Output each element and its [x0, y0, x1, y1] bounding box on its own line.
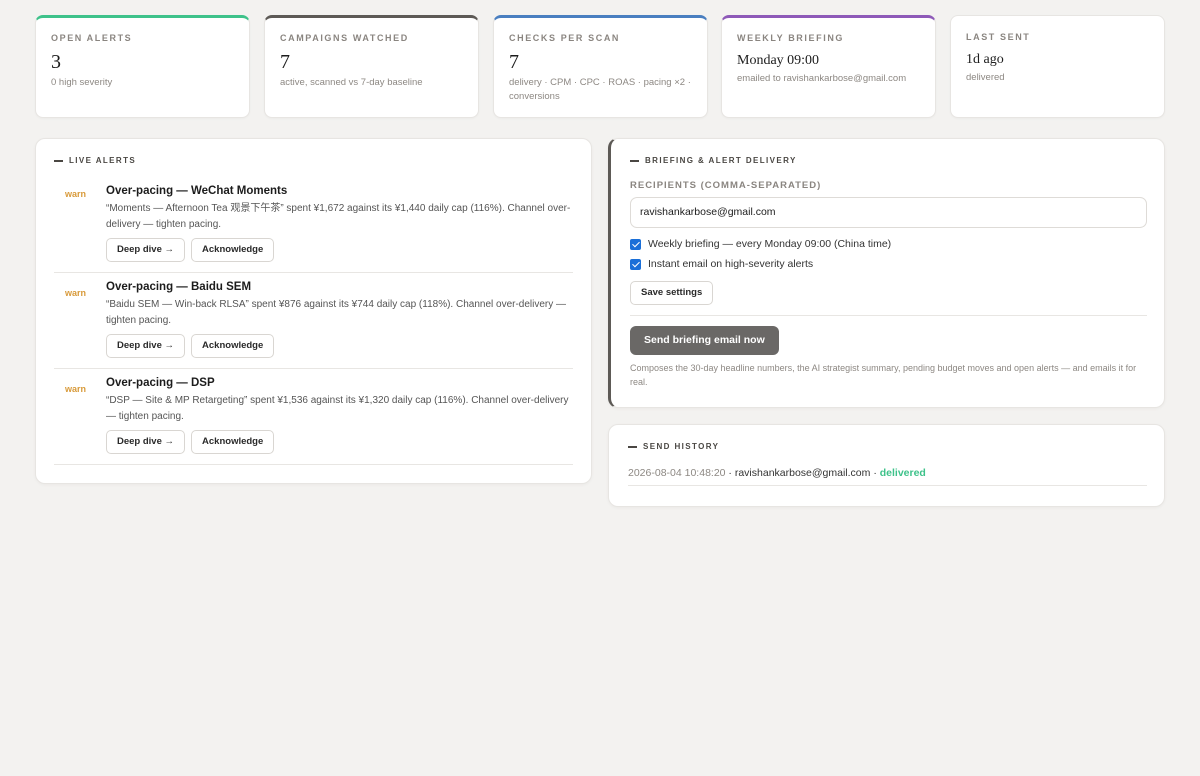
alert-title: Over-pacing — Baidu SEM	[106, 281, 252, 293]
stat-label: OPEN ALERTS	[51, 33, 133, 43]
stat-sub: emailed to ravishankarbose@gmail.com	[737, 73, 907, 84]
weekly-briefing-label: Weekly briefing — every Monday 09:00 (Ch…	[648, 238, 892, 250]
alert-title: Over-pacing — WeChat Moments	[106, 185, 288, 197]
stat-label: LAST SENT	[966, 32, 1031, 42]
dash-icon	[628, 445, 637, 448]
stat-card-checks-per-scan: CHECKS PER SCAN 7 delivery · CPM · CPC ·…	[493, 15, 708, 118]
panel-title-text: LIVE ALERTS	[69, 156, 137, 165]
alert-description: “Baidu SEM — Win-back RLSA” spent ¥876 a…	[106, 299, 567, 326]
panel-title: SEND HISTORY	[628, 442, 1146, 451]
stat-value: 7	[509, 51, 519, 73]
recipients-input[interactable]: ravishankarbose@gmail.com	[630, 197, 1147, 228]
stats-row: OPEN ALERTS 3 0 high severity CAMPAIGNS …	[35, 15, 1165, 118]
deep-dive-button[interactable]: Deep dive →	[106, 334, 186, 358]
send-briefing-button[interactable]: Send briefing email now	[630, 326, 779, 355]
stat-sub: active, scanned vs 7-day baseline	[280, 77, 423, 88]
deep-dive-button[interactable]: Deep dive →	[106, 430, 186, 454]
briefing-panel: BRIEFING & ALERT DELIVERY RECIPIENTS (CO…	[608, 138, 1165, 408]
alert-description: “DSP — Site & MP Retargeting” spent ¥1,5…	[106, 395, 569, 422]
live-alerts-panel: LIVE ALERTS warn Over-pacing — WeChat Mo…	[35, 138, 592, 484]
stat-value: 7	[280, 51, 290, 73]
stat-value: 1d ago	[966, 52, 1004, 67]
dash-icon	[630, 159, 639, 162]
acknowledge-button[interactable]: Acknowledge	[191, 238, 275, 262]
panel-title: LIVE ALERTS	[54, 156, 573, 165]
stat-card-weekly-briefing: WEEKLY BRIEFING Monday 09:00 emailed to …	[721, 15, 936, 118]
history-timestamp: 2026-08-04 10:48:20	[628, 467, 726, 479]
weekly-briefing-option[interactable]: Weekly briefing — every Monday 09:00 (Ch…	[630, 238, 1146, 250]
panel-title-text: BRIEFING & ALERT DELIVERY	[645, 156, 797, 165]
severity-badge: warn	[65, 384, 87, 394]
severity-badge: warn	[65, 288, 87, 298]
stat-sub: delivered	[966, 72, 1005, 83]
history-status: delivered	[879, 467, 926, 479]
stat-sub: 0 high severity	[51, 77, 113, 88]
stat-value: Monday 09:00	[737, 53, 820, 68]
alert-item: warn Over-pacing — WeChat Moments “Momen…	[54, 184, 573, 273]
severity-badge: warn	[65, 189, 87, 199]
stat-label: WEEKLY BRIEFING	[737, 33, 845, 43]
recipients-label: RECIPIENTS (COMMA-SEPARATED)	[630, 180, 822, 191]
instant-alert-label: Instant email on high-severity alerts	[648, 258, 814, 270]
weekly-briefing-checkbox[interactable]	[630, 238, 641, 250]
dash-icon	[54, 159, 63, 162]
alert-item: warn Over-pacing — Baidu SEM “Baidu SEM …	[54, 273, 573, 369]
stat-sub: delivery · CPM · CPC · ROAS · pacing ×2 …	[509, 77, 691, 102]
instant-alert-option[interactable]: Instant email on high-severity alerts	[630, 258, 1146, 270]
stat-card-last-sent: LAST SENT 1d ago delivered	[950, 15, 1165, 118]
panel-title-text: SEND HISTORY	[643, 442, 720, 451]
save-settings-button[interactable]: Save settings	[630, 281, 714, 305]
alert-title: Over-pacing — DSP	[106, 377, 215, 389]
acknowledge-button[interactable]: Acknowledge	[191, 430, 275, 454]
send-note: Composes the 30-day headline numbers, th…	[630, 363, 1137, 387]
stat-label: CAMPAIGNS WATCHED	[280, 33, 409, 43]
history-entry: 2026-08-04 10:48:20 · ravishankarbose@gm…	[628, 467, 1147, 486]
stat-card-campaigns-watched: CAMPAIGNS WATCHED 7 active, scanned vs 7…	[264, 15, 479, 118]
divider	[630, 315, 1147, 316]
panel-title: BRIEFING & ALERT DELIVERY	[630, 156, 1146, 165]
alert-list: warn Over-pacing — WeChat Moments “Momen…	[54, 184, 573, 465]
deep-dive-button[interactable]: Deep dive →	[106, 238, 186, 262]
send-history-panel: SEND HISTORY 2026-08-04 10:48:20 · ravis…	[608, 424, 1165, 507]
history-recipient: ravishankarbose@gmail.com	[734, 467, 871, 479]
stat-value: 3	[51, 51, 61, 73]
alert-description: “Moments — Afternoon Tea 观景下午茶” spent ¥1…	[106, 203, 571, 230]
alert-item: warn Over-pacing — DSP “DSP — Site & MP …	[54, 369, 573, 465]
stat-card-open-alerts: OPEN ALERTS 3 0 high severity	[35, 15, 250, 118]
instant-alert-checkbox[interactable]	[630, 258, 641, 270]
acknowledge-button[interactable]: Acknowledge	[191, 334, 275, 358]
stat-label: CHECKS PER SCAN	[509, 33, 621, 43]
